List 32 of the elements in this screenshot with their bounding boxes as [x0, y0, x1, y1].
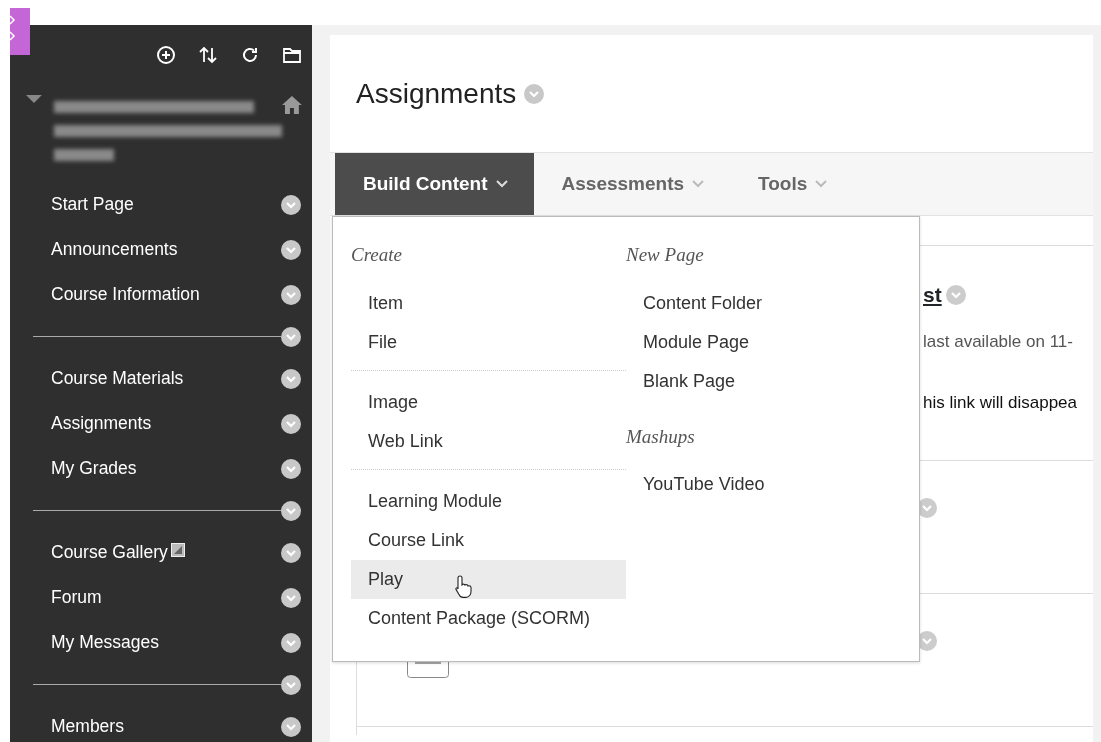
menu-item[interactable]: Web Link: [351, 421, 626, 461]
note-text: his link will disappea: [923, 392, 1079, 414]
tab[interactable]: Assessments: [533, 153, 731, 215]
menu-item[interactable]: Item: [351, 283, 626, 323]
menu-item[interactable]: Image: [351, 382, 626, 422]
menu-group-heading: New Page: [626, 243, 705, 267]
menu-item[interactable]: Module Page: [626, 322, 901, 362]
content-title-link[interactable]: st: [923, 279, 942, 311]
sidebar-link[interactable]: Assignments: [51, 410, 152, 437]
sidebar-link[interactable]: Forum: [51, 584, 102, 611]
sidebar-link[interactable]: My Grades: [51, 455, 137, 482]
menu-item[interactable]: Content Folder: [626, 283, 901, 323]
menu-item[interactable]: Content Package (SCORM): [351, 598, 626, 638]
page-title: Assignments: [356, 76, 517, 111]
sidebar-link[interactable]: Members: [51, 713, 124, 740]
menu-item[interactable]: Course Link: [351, 520, 626, 560]
sidebar-link[interactable]: Course Materials: [51, 365, 184, 392]
tab[interactable]: Build Content: [335, 153, 534, 215]
sidebar-link[interactable]: Course Information: [51, 281, 200, 308]
sidebar-link[interactable]: Announcements: [51, 236, 178, 263]
menu-item[interactable]: File: [351, 322, 626, 362]
menu-group-heading: Create: [351, 243, 403, 267]
availability-text: last available on 11-: [923, 330, 1074, 353]
menu-item[interactable]: Play: [351, 559, 626, 599]
sidebar-link[interactable]: Start Page: [51, 191, 134, 218]
sidebar-link[interactable]: My Messages: [51, 629, 159, 656]
menu-item[interactable]: YouTube Video: [626, 465, 901, 504]
sidebar-link[interactable]: Course Gallery: [51, 539, 168, 566]
menu-group-heading: Mashups: [626, 424, 696, 449]
menu-item[interactable]: Learning Module: [351, 481, 626, 521]
tab[interactable]: Tools: [730, 153, 854, 215]
menu-item[interactable]: Blank Page: [626, 361, 901, 401]
